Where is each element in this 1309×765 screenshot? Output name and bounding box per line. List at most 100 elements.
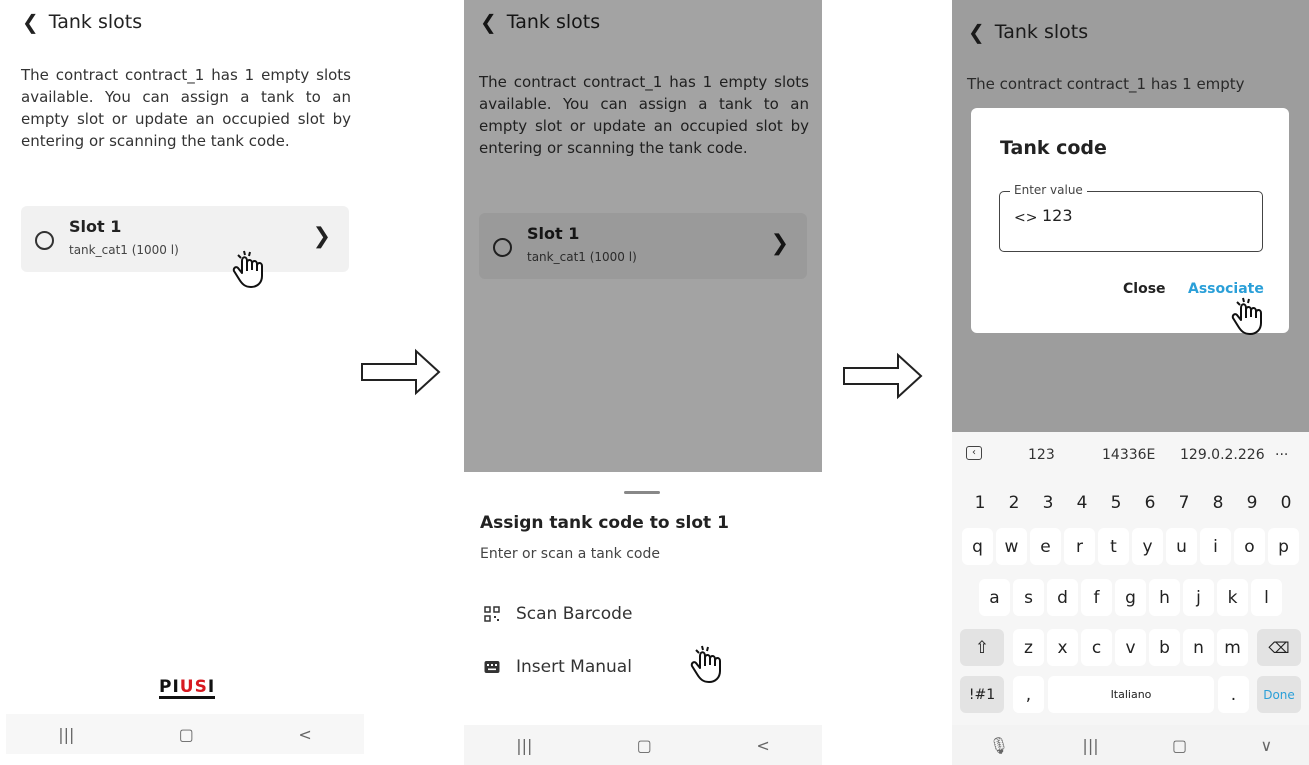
- code-icon: <>: [1014, 210, 1038, 226]
- key-v[interactable]: v: [1115, 629, 1146, 666]
- microphone-icon[interactable]: 🎙: [989, 736, 1009, 755]
- key-q[interactable]: q: [962, 528, 993, 565]
- page-title: Tank slots: [48, 11, 143, 33]
- page-title: Tank slots: [994, 21, 1089, 43]
- back-button[interactable]: <: [298, 725, 311, 744]
- key-u[interactable]: u: [1166, 528, 1197, 565]
- key-0[interactable]: 0: [1272, 484, 1300, 521]
- screen-assign-sheet: ❮ Tank slots The contract contract_1 has…: [464, 0, 822, 765]
- key-b[interactable]: b: [1149, 629, 1180, 666]
- key-4[interactable]: 4: [1068, 484, 1096, 521]
- key-m[interactable]: m: [1217, 629, 1248, 666]
- key-s[interactable]: s: [1013, 579, 1044, 616]
- tap-hand-icon: [232, 250, 263, 288]
- suggestion-1[interactable]: 123: [1028, 447, 1055, 463]
- key-k[interactable]: k: [1217, 579, 1248, 616]
- screen-tank-code-dialog: ❮ Tank slots The contract contract_1 has…: [952, 0, 1309, 765]
- sheet-title: Assign tank code to slot 1: [480, 513, 729, 533]
- key-2[interactable]: 2: [1000, 484, 1028, 521]
- space-key[interactable]: Italiano: [1048, 676, 1214, 713]
- key-6[interactable]: 6: [1136, 484, 1164, 521]
- key-z[interactable]: z: [1013, 629, 1044, 666]
- key-p[interactable]: p: [1268, 528, 1299, 565]
- sheet-subtitle: Enter or scan a tank code: [480, 546, 660, 562]
- recents-button[interactable]: |||: [58, 725, 74, 744]
- toolbar-collapse-icon[interactable]: ‹: [966, 446, 982, 460]
- soft-keyboard: ‹ 123 14336E 129.0.2.226 ··· 1 2 3 4 5 6…: [952, 432, 1309, 765]
- key-f[interactable]: f: [1081, 579, 1112, 616]
- sheet-drag-handle[interactable]: [624, 491, 660, 494]
- tank-code-field[interactable]: Enter value <>: [999, 183, 1263, 252]
- key-c[interactable]: c: [1081, 629, 1112, 666]
- key-7[interactable]: 7: [1170, 484, 1198, 521]
- system-navbar: ||| ▢ <: [464, 725, 822, 765]
- hide-keyboard-button[interactable]: ∨: [1261, 736, 1273, 755]
- insert-manual-option[interactable]: Insert Manual: [484, 657, 632, 677]
- system-navbar: ||| ▢ <: [6, 714, 364, 754]
- key-3[interactable]: 3: [1034, 484, 1062, 521]
- key-t[interactable]: t: [1098, 528, 1129, 565]
- key-n[interactable]: n: [1183, 629, 1214, 666]
- piusi-logo: PIUSI: [159, 677, 216, 699]
- scrim-overlay[interactable]: [464, 0, 822, 472]
- comma-key[interactable]: ,: [1013, 676, 1044, 713]
- suggestion-bar: ‹ 123 14336E 129.0.2.226 ···: [952, 440, 1309, 470]
- key-x[interactable]: x: [1047, 629, 1078, 666]
- app-header: ❮ Tank slots: [968, 20, 1088, 44]
- tap-hand-icon: [690, 645, 721, 683]
- back-chevron-icon[interactable]: ❮: [968, 20, 985, 44]
- key-d[interactable]: d: [1047, 579, 1078, 616]
- qr-code-icon: [484, 606, 500, 622]
- contract-description: The contract contract_1 has 1 empty: [967, 75, 1245, 93]
- done-key[interactable]: Done: [1257, 676, 1301, 713]
- more-suggestions-icon[interactable]: ···: [1275, 447, 1288, 463]
- key-e[interactable]: e: [1030, 528, 1061, 565]
- system-navbar: 🎙 ||| ▢ ∨: [952, 725, 1309, 765]
- slot-title: Slot 1: [69, 217, 122, 236]
- screen-tank-slots: ❮ Tank slots The contract contract_1 has…: [6, 0, 364, 765]
- chevron-right-icon: ❯: [312, 224, 331, 249]
- key-j[interactable]: j: [1183, 579, 1214, 616]
- key-a[interactable]: a: [979, 579, 1010, 616]
- scan-barcode-option[interactable]: Scan Barcode: [484, 604, 632, 624]
- contract-description: The contract contract_1 has 1 empty slot…: [21, 66, 351, 150]
- suggestion-2[interactable]: 14336E: [1102, 447, 1155, 463]
- key-w[interactable]: w: [996, 528, 1027, 565]
- key-r[interactable]: r: [1064, 528, 1095, 565]
- home-button[interactable]: ▢: [637, 736, 652, 755]
- radio-icon[interactable]: [35, 231, 54, 250]
- tank-code-input[interactable]: [1042, 206, 1242, 225]
- key-y[interactable]: y: [1132, 528, 1163, 565]
- home-button[interactable]: ▢: [1172, 736, 1187, 755]
- key-g[interactable]: g: [1115, 579, 1146, 616]
- flow-arrow-icon: [361, 348, 441, 396]
- bottom-sheet: Assign tank code to slot 1 Enter or scan…: [464, 472, 822, 725]
- key-i[interactable]: i: [1200, 528, 1231, 565]
- flow-arrow-icon: [843, 352, 923, 400]
- keyboard-icon: [484, 661, 500, 673]
- tap-hand-icon: [1231, 297, 1262, 335]
- key-l[interactable]: l: [1251, 579, 1282, 616]
- key-h[interactable]: h: [1149, 579, 1180, 616]
- key-5[interactable]: 5: [1102, 484, 1130, 521]
- key-1[interactable]: 1: [966, 484, 994, 521]
- home-button[interactable]: ▢: [179, 725, 194, 744]
- suggestion-3[interactable]: 129.0.2.226: [1180, 447, 1265, 463]
- dialog-title: Tank code: [1000, 137, 1107, 159]
- key-o[interactable]: o: [1234, 528, 1265, 565]
- back-chevron-icon[interactable]: ❮: [22, 10, 39, 34]
- app-header: ❮ Tank slots: [22, 10, 142, 34]
- key-9[interactable]: 9: [1238, 484, 1266, 521]
- backspace-key-icon[interactable]: ⌫: [1257, 629, 1301, 666]
- back-button[interactable]: <: [756, 736, 769, 755]
- slot-subtitle: tank_cat1 (1000 l): [69, 243, 179, 257]
- period-key[interactable]: .: [1218, 676, 1249, 713]
- field-label: Enter value: [1010, 183, 1087, 197]
- symbols-key[interactable]: !#1: [960, 676, 1004, 713]
- shift-key-icon[interactable]: ⇧: [960, 629, 1004, 666]
- key-8[interactable]: 8: [1204, 484, 1232, 521]
- slot-card[interactable]: Slot 1 tank_cat1 (1000 l) ❯: [21, 206, 349, 272]
- close-button[interactable]: Close: [1123, 281, 1166, 297]
- recents-button[interactable]: |||: [516, 736, 532, 755]
- recents-button[interactable]: |||: [1082, 736, 1098, 755]
